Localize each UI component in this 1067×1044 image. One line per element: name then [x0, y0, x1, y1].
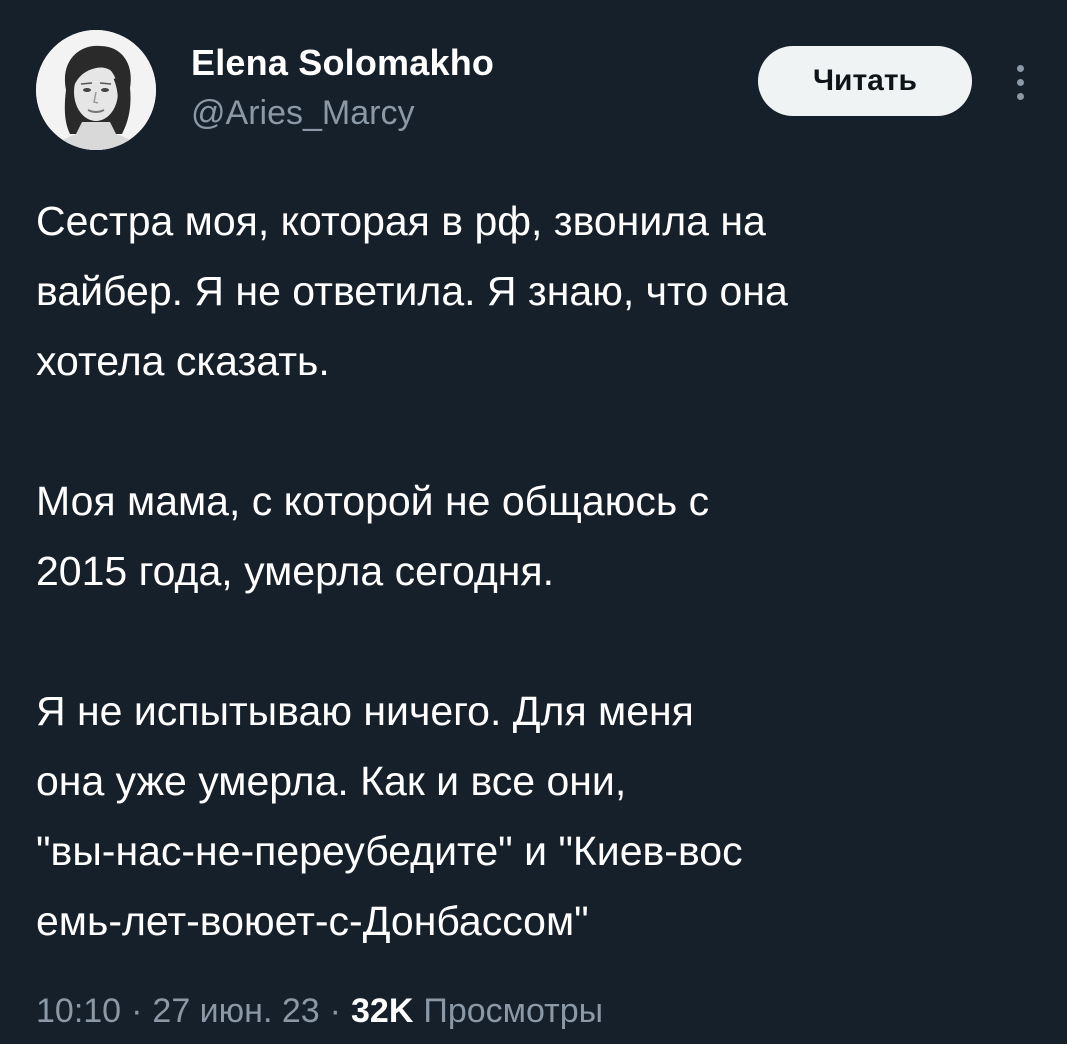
dot-icon: [1016, 78, 1024, 86]
tweet-text-line: вайбер. Я не ответила. Я знаю, что она: [36, 268, 788, 314]
tweet-text-line: емь-лет-воюет-с-Донбассом": [36, 898, 589, 944]
tweet-text-line: 2015 года, умерла сегодня.: [36, 548, 555, 594]
meta-separator: ·: [329, 992, 341, 1030]
tweet-date[interactable]: 27 июн. 23: [152, 992, 319, 1031]
tweet-text-line: она уже умерла. Как и все они,: [36, 758, 627, 804]
author-avatar[interactable]: [36, 30, 156, 150]
author-name[interactable]: Elena Solomakho: [191, 42, 494, 84]
tweet-meta: 10:10 · 27 июн. 23 · 32K Просмотры: [36, 992, 603, 1031]
user-photo-icon: [36, 30, 156, 150]
views-count[interactable]: 32K: [351, 992, 413, 1031]
tweet-text-line: Моя мама, с которой не общаюсь с: [36, 478, 710, 524]
tweet-card: Elena Solomakho @Aries_Marcy Читать Сест…: [0, 0, 1067, 1044]
tweet-time[interactable]: 10:10: [36, 992, 121, 1031]
views-label[interactable]: Просмотры: [413, 992, 603, 1031]
more-options-icon[interactable]: [1000, 56, 1040, 108]
dot-icon: [1016, 64, 1024, 72]
tweet-text-line: Сестра моя, которая в рф, звонила на: [36, 198, 766, 244]
author-handle[interactable]: @Aries_Marcy: [191, 94, 414, 133]
tweet-text-line: "вы-нас-не-переубедите" и "Киев-вос: [36, 828, 743, 874]
follow-button[interactable]: Читать: [758, 46, 972, 116]
meta-separator: ·: [131, 992, 143, 1030]
tweet-text-line: хотела сказать.: [36, 338, 330, 384]
tweet-text: Сестра моя, которая в рф, звонила на вай…: [36, 186, 1036, 956]
tweet-text-line: Я не испытываю ничего. Для меня: [36, 688, 694, 734]
dot-icon: [1016, 92, 1024, 100]
